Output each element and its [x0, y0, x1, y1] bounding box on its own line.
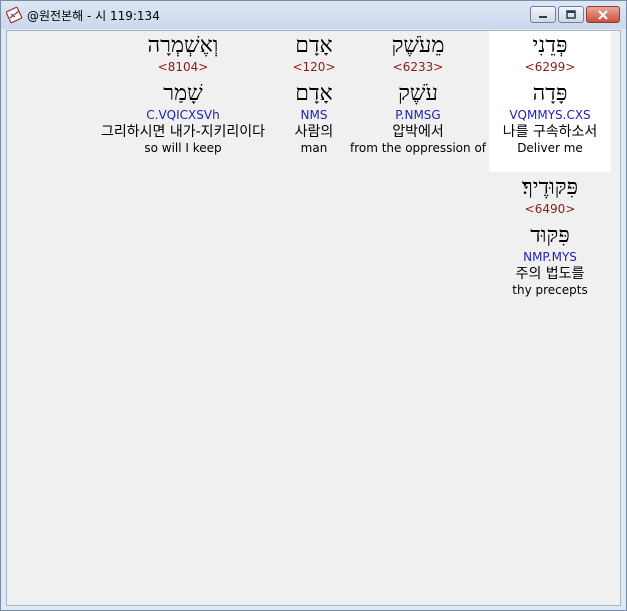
korean-gloss: 나를 구속하소서 — [502, 124, 598, 140]
hebrew-word: וְאֶשְׁמְרָה — [147, 33, 219, 58]
strongs-number[interactable]: <120> — [279, 59, 349, 79]
hebrew-word: מֵעֹשֶׁק — [391, 33, 445, 58]
english-gloss: Deliver me — [517, 141, 583, 155]
korean-gloss: 주의 법도를 — [515, 266, 585, 282]
app-window: @원전본해 - 시 119:134 פְּדֵנִי <6299> פָּדָה… — [0, 0, 627, 611]
english-gloss: from the oppression of — [349, 141, 487, 155]
minimize-icon — [539, 15, 547, 18]
app-book-icon — [6, 6, 23, 24]
interlinear-view[interactable]: פְּדֵנִי <6299> פָּדָה VQMMYS.CXS 나를 구속하… — [6, 30, 621, 606]
hebrew-lemma: עֹשֶׁק — [398, 81, 438, 106]
window-controls — [530, 6, 620, 24]
maximize-button[interactable] — [558, 6, 584, 23]
title-bar[interactable]: @원전본해 - 시 119:134 — [1, 1, 626, 29]
hebrew-lemma: פִּקּוּד — [530, 223, 570, 248]
morphology-code[interactable]: P.NMSG — [345, 107, 491, 125]
morphology-code[interactable]: NMP.MYS — [489, 249, 611, 267]
english-gloss: man — [300, 141, 328, 155]
word-from-oppression[interactable]: מֵעֹשֶׁק <6233> עֹשֶׁק P.NMSG 압박에서 from … — [345, 35, 491, 156]
morphology-code[interactable]: C.VQICXSVh — [85, 107, 281, 125]
korean-gloss: 압박에서 — [392, 124, 444, 140]
korean-gloss: 그리하시면 내가-지키리이다 — [100, 124, 266, 140]
korean-gloss: 사람의 — [294, 124, 334, 140]
strongs-number[interactable]: <6299> — [489, 59, 611, 79]
hebrew-lemma: אָדָם — [295, 81, 333, 106]
hebrew-lemma: שָׁמַר — [163, 81, 203, 106]
hebrew-word: פִּקּוּדֶיךָ׃ — [521, 175, 579, 200]
word-man[interactable]: אָדָם <120> אָדָם NMS 사람의 man — [279, 35, 349, 156]
maximize-icon — [566, 10, 576, 19]
hebrew-word: פְּדֵנִי — [532, 33, 568, 58]
english-gloss: thy precepts — [512, 283, 588, 297]
hebrew-word: אָדָם — [295, 33, 333, 58]
morphology-code[interactable]: NMS — [279, 107, 349, 125]
english-gloss: so will I keep — [144, 141, 222, 155]
morphology-code[interactable]: VQMMYS.CXS — [489, 107, 611, 125]
close-button[interactable] — [586, 6, 620, 23]
minimize-button[interactable] — [530, 6, 556, 23]
word-thy-precepts[interactable]: פִּקּוּדֶיךָ׃ <6490> פִּקּוּד NMP.MYS 주의… — [489, 177, 611, 298]
strongs-number[interactable]: <6490> — [489, 201, 611, 221]
strongs-number[interactable]: <8104> — [85, 59, 281, 79]
strongs-number[interactable]: <6233> — [345, 59, 491, 79]
hebrew-lemma: פָּדָה — [532, 81, 568, 106]
word-so-will-i-keep[interactable]: וְאֶשְׁמְרָה <8104> שָׁמַר C.VQICXSVh 그리… — [85, 35, 281, 156]
window-title: @원전본해 - 시 119:134 — [27, 9, 160, 23]
close-icon — [598, 9, 608, 20]
word-deliver-me[interactable]: פְּדֵנִי <6299> פָּדָה VQMMYS.CXS 나를 구속하… — [489, 35, 611, 156]
